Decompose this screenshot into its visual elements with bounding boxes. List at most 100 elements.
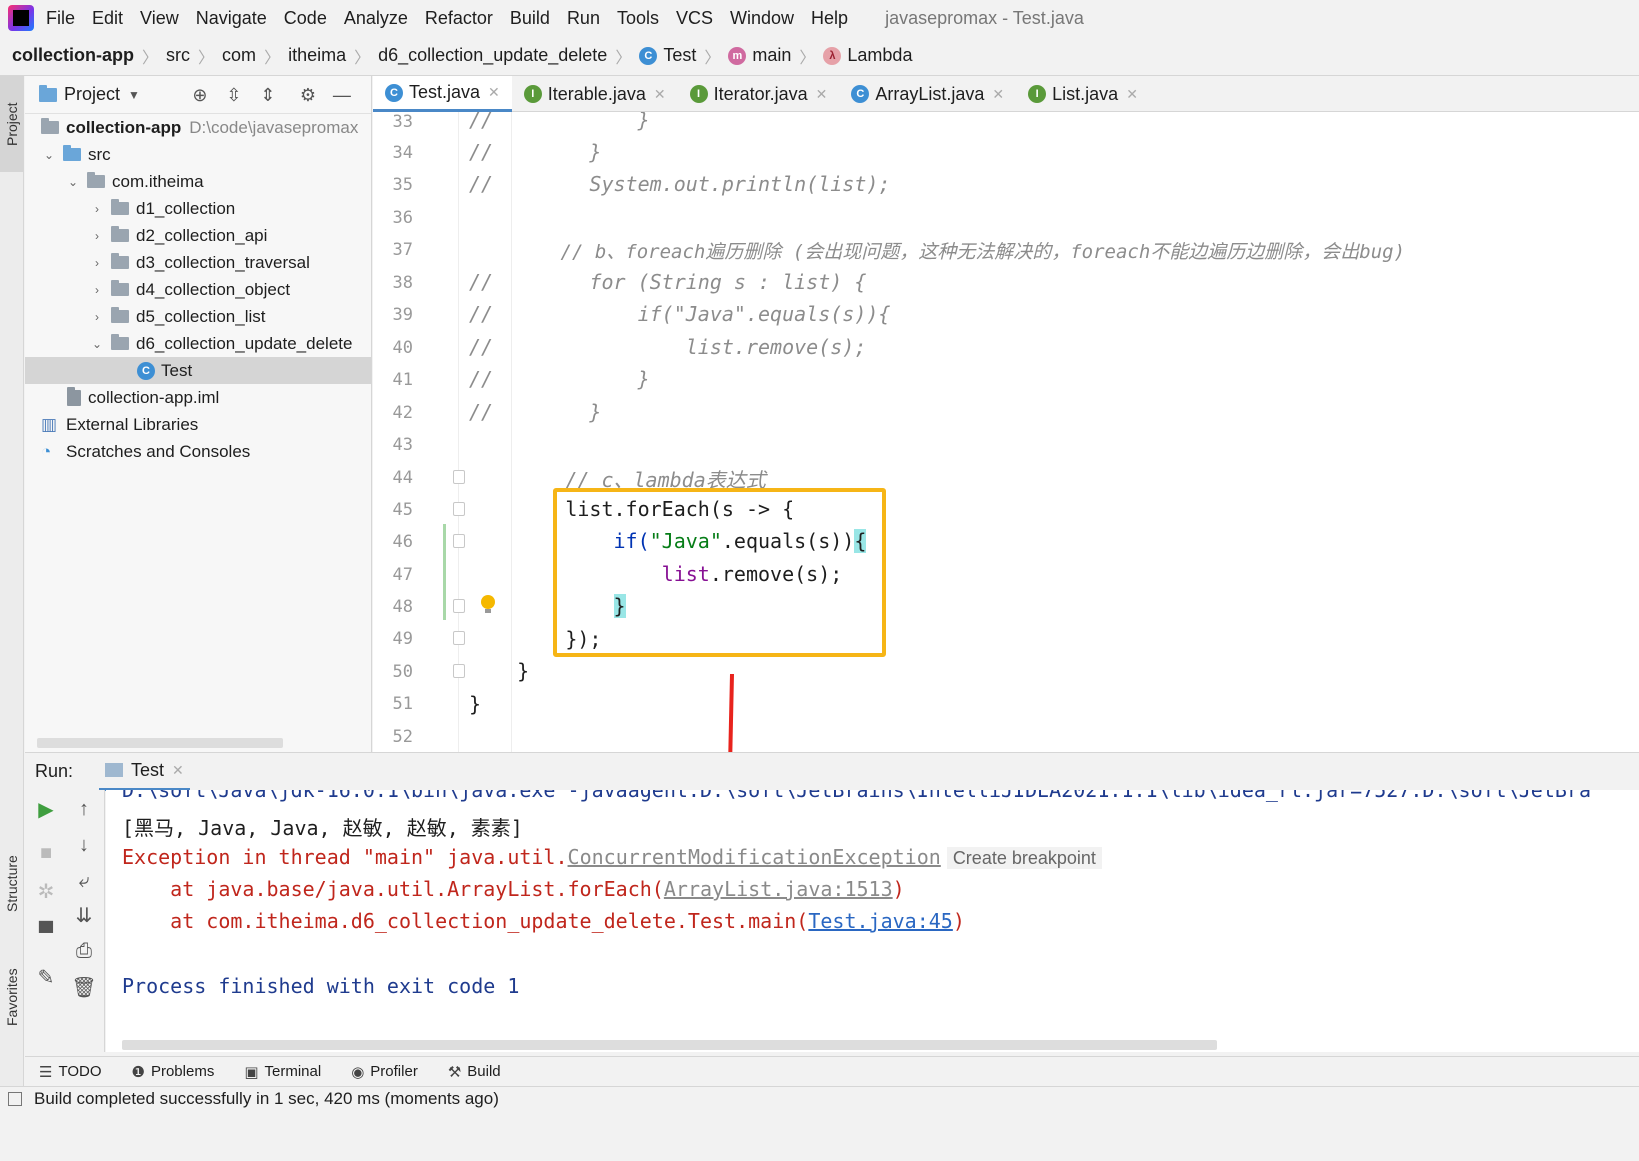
collapse-all-icon[interactable]: ⇕ bbox=[258, 85, 278, 105]
breadcrumb-src[interactable]: src bbox=[166, 45, 190, 66]
chevron-down-icon[interactable]: ⌄ bbox=[41, 148, 57, 162]
chevron-right-icon[interactable]: › bbox=[89, 256, 105, 270]
structure-tool-tab[interactable]: Structure bbox=[0, 836, 24, 932]
fold-marker-icon[interactable] bbox=[453, 664, 465, 678]
project-tool-tab[interactable]: Project bbox=[0, 76, 24, 172]
menu-vcs[interactable]: VCS bbox=[676, 8, 713, 29]
dropdown-chevron-icon[interactable]: ▼ bbox=[128, 88, 140, 102]
class-icon: C bbox=[137, 361, 155, 380]
tree-folder-d1[interactable]: › d1_collection bbox=[25, 195, 371, 222]
favorites-tool-tab[interactable]: Favorites bbox=[0, 952, 24, 1042]
stack-link-test[interactable]: Test.java:45 bbox=[808, 909, 953, 933]
terminal-tool-button[interactable]: ▣ Terminal bbox=[244, 1063, 321, 1081]
todo-tool-button[interactable]: ☰ TODO bbox=[39, 1063, 102, 1081]
locate-icon[interactable]: ⊕ bbox=[190, 85, 210, 105]
tree-folder-d6[interactable]: ⌄ d6_collection_update_delete bbox=[25, 330, 371, 357]
debug-icon[interactable]: ✲ bbox=[31, 876, 61, 906]
arrow-up-icon[interactable]: ↑ bbox=[69, 794, 99, 824]
breadcrumb-class[interactable]: C Test bbox=[639, 45, 696, 66]
chevron-right-icon[interactable]: › bbox=[89, 283, 105, 297]
chevron-down-icon[interactable]: ⌄ bbox=[89, 337, 105, 351]
run-tab-test[interactable]: Test ✕ bbox=[99, 753, 190, 791]
menu-help[interactable]: Help bbox=[811, 8, 848, 29]
close-icon[interactable]: ✕ bbox=[816, 86, 828, 103]
chevron-down-icon[interactable]: ⌄ bbox=[65, 175, 81, 189]
menu-code[interactable]: Code bbox=[284, 8, 327, 29]
menu-build[interactable]: Build bbox=[510, 8, 550, 29]
tree-iml[interactable]: collection-app.iml bbox=[25, 384, 371, 411]
horizontal-scrollbar[interactable] bbox=[37, 738, 283, 748]
tab-test-java[interactable]: C Test.java ✕ bbox=[373, 76, 512, 112]
project-view-icon bbox=[39, 84, 57, 102]
breadcrumb-lambda[interactable]: λ Lambda bbox=[823, 45, 912, 66]
close-icon[interactable]: ✕ bbox=[992, 86, 1004, 103]
menu-file[interactable]: File bbox=[46, 8, 75, 29]
chevron-right-icon[interactable]: › bbox=[89, 229, 105, 243]
breadcrumb-separator-icon: 〉 bbox=[799, 49, 816, 67]
arrow-down-icon[interactable]: ↓ bbox=[69, 830, 99, 860]
tree-scratches[interactable]: ◔ Scratches and Consoles bbox=[25, 438, 371, 465]
tree-root[interactable]: collection-app D:\code\javasepromax bbox=[25, 114, 371, 141]
stop-icon[interactable]: ■ bbox=[31, 838, 61, 868]
create-breakpoint-link[interactable]: Create breakpoint bbox=[946, 847, 1102, 869]
menu-edit[interactable]: Edit bbox=[92, 8, 123, 29]
tab-iterable-java[interactable]: I Iterable.java ✕ bbox=[512, 76, 678, 112]
expand-all-icon[interactable]: ⇳ bbox=[224, 85, 244, 105]
tab-iterator-java[interactable]: I Iterator.java ✕ bbox=[678, 76, 840, 112]
breadcrumb-com[interactable]: com bbox=[222, 45, 256, 66]
exception-class-link[interactable]: ConcurrentModificationException bbox=[568, 845, 941, 869]
layout-icon[interactable]: ▀ bbox=[31, 918, 61, 948]
tree-package[interactable]: ⌄ com.itheima bbox=[25, 168, 371, 195]
menu-window[interactable]: Window bbox=[730, 8, 794, 29]
gear-icon[interactable]: ⚙ bbox=[298, 85, 318, 105]
menu-view[interactable]: View bbox=[140, 8, 179, 29]
tree-folder-d3[interactable]: › d3_collection_traversal bbox=[25, 249, 371, 276]
tab-list-java[interactable]: I List.java ✕ bbox=[1016, 76, 1150, 112]
close-icon[interactable]: ✕ bbox=[1126, 86, 1138, 103]
chevron-right-icon[interactable]: › bbox=[89, 310, 105, 324]
tab-arraylist-java[interactable]: C ArrayList.java ✕ bbox=[839, 76, 1016, 112]
breadcrumb-project[interactable]: collection-app bbox=[12, 45, 134, 66]
fold-marker-icon[interactable] bbox=[453, 599, 465, 613]
hide-panel-icon[interactable]: — bbox=[332, 85, 352, 105]
close-icon[interactable]: ✕ bbox=[654, 86, 666, 103]
close-icon[interactable]: ✕ bbox=[172, 762, 184, 779]
menu-refactor[interactable]: Refactor bbox=[425, 8, 493, 29]
console-horizontal-scrollbar[interactable] bbox=[122, 1040, 1217, 1050]
fold-marker-icon[interactable] bbox=[453, 534, 465, 548]
menu-run[interactable]: Run bbox=[567, 8, 600, 29]
profiler-tool-button[interactable]: ◉ Profiler bbox=[351, 1063, 418, 1081]
editor-gutter[interactable]: 33 34 35 36 37 38 39 40 41 42 43 44 45 4… bbox=[373, 112, 495, 752]
rerun-icon[interactable]: ▶ bbox=[31, 794, 61, 824]
tree-folder-d5[interactable]: › d5_collection_list bbox=[25, 303, 371, 330]
tree-external-libraries[interactable]: ▥ External Libraries bbox=[25, 411, 371, 438]
tree-src[interactable]: ⌄ src bbox=[25, 141, 371, 168]
code-editor[interactable]: 33 34 35 36 37 38 39 40 41 42 43 44 45 4… bbox=[373, 112, 1639, 752]
fold-marker-icon[interactable] bbox=[453, 470, 465, 484]
menu-tools[interactable]: Tools bbox=[617, 8, 659, 29]
breadcrumb-package[interactable]: d6_collection_update_delete bbox=[378, 45, 607, 66]
tree-folder-d2[interactable]: › d2_collection_api bbox=[25, 222, 371, 249]
tree-folder-d4[interactable]: › d4_collection_object bbox=[25, 276, 371, 303]
console-output[interactable]: D:\soft\Java\jdk-16.0.1\bin\java.exe -ja… bbox=[106, 790, 1639, 1052]
soft-wrap-icon[interactable]: ⤶ bbox=[69, 866, 99, 896]
chevron-right-icon[interactable]: › bbox=[89, 202, 105, 216]
print-icon[interactable]: ⎙ bbox=[69, 936, 99, 966]
tree-file-test[interactable]: C Test bbox=[25, 357, 371, 384]
vcs-change-marker[interactable] bbox=[443, 524, 446, 620]
status-toggle-icon[interactable] bbox=[8, 1092, 22, 1106]
pin-icon[interactable]: ✎ bbox=[31, 962, 61, 992]
build-tool-button[interactable]: ⚒ Build bbox=[448, 1063, 501, 1081]
project-panel-title[interactable]: Project bbox=[64, 84, 120, 105]
close-icon[interactable]: ✕ bbox=[488, 84, 500, 101]
trash-icon[interactable]: 🗑 bbox=[69, 972, 99, 1002]
problems-tool-button[interactable]: ❶ Problems bbox=[132, 1063, 215, 1081]
menu-analyze[interactable]: Analyze bbox=[344, 8, 408, 29]
breadcrumb-method[interactable]: m main bbox=[728, 45, 791, 66]
scroll-to-end-icon[interactable]: ⇊ bbox=[69, 900, 99, 930]
stack-link-arraylist[interactable]: ArrayList.java:1513 bbox=[664, 877, 893, 901]
fold-marker-icon[interactable] bbox=[453, 502, 465, 516]
menu-navigate[interactable]: Navigate bbox=[196, 8, 267, 29]
fold-marker-icon[interactable] bbox=[453, 631, 465, 645]
breadcrumb-itheima[interactable]: itheima bbox=[288, 45, 346, 66]
